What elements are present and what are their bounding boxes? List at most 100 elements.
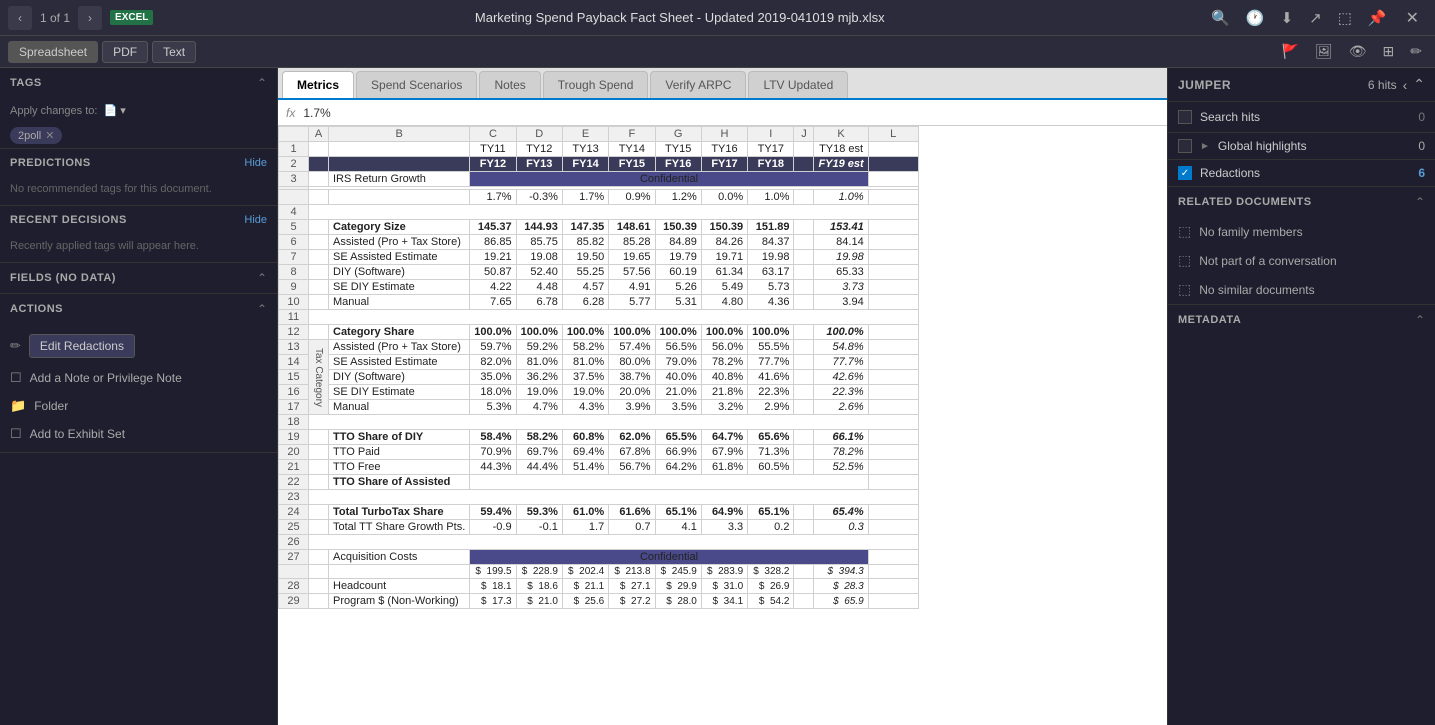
exhibit-item[interactable]: ☐ Add to Exhibit Set	[0, 420, 277, 448]
add-note-item[interactable]: ☐ Add a Note or Privilege Note	[0, 364, 277, 392]
folder-item[interactable]: 📁 Folder	[0, 392, 277, 420]
tag-chip[interactable]: 2poll ✕	[10, 127, 62, 144]
close-button[interactable]: ✕	[1398, 6, 1427, 30]
pdf-button[interactable]: PDF	[102, 41, 148, 63]
tag-label: 2poll	[18, 130, 41, 142]
jumper-next-button[interactable]: ⌃	[1413, 76, 1425, 93]
recent-decisions-title: RECENT DECISIONS	[10, 214, 127, 226]
note-icon: ☐	[10, 370, 22, 386]
redactions-count: 6	[1418, 166, 1425, 180]
col-header-l: L	[868, 127, 918, 142]
actions-title: ACTIONS	[10, 303, 63, 315]
table-row: 16 SE DIY Estimate 18.0% 19.0% 19.0% 20.…	[279, 385, 919, 400]
global-highlights-row[interactable]: ► Global highlights 0	[1168, 133, 1435, 160]
edit-icon: ✏	[10, 338, 21, 354]
external-button[interactable]: ⬚	[1333, 7, 1357, 29]
tab-ltv-updated[interactable]: LTV Updated	[748, 71, 848, 98]
grid-container[interactable]: A B C D E F G H I J K L	[278, 126, 1167, 725]
next-page-button[interactable]: ›	[78, 6, 102, 30]
redactions-row[interactable]: ✓ Redactions 6	[1168, 160, 1435, 187]
tag-remove-icon[interactable]: ✕	[45, 129, 54, 142]
tab-metrics[interactable]: Metrics	[282, 71, 354, 98]
metadata-chevron-icon: ⌃	[1415, 313, 1425, 327]
related-docs-section: RELATED DOCUMENTS ⌃ ⬚ No family members …	[1168, 187, 1435, 305]
no-conversation-label: Not part of a conversation	[1199, 254, 1336, 268]
recent-decisions-hide-link[interactable]: Hide	[244, 214, 267, 226]
tab-trough-spend[interactable]: Trough Spend	[543, 71, 649, 98]
search-hits-label: Search hits	[1200, 110, 1260, 124]
apply-label: Apply changes to:	[10, 105, 97, 117]
table-row: 29 Program $ (Non-Working) $ 17.3 $ 21.0…	[279, 594, 919, 609]
table-row: 26	[279, 535, 919, 550]
search-hits-checkbox[interactable]	[1178, 110, 1192, 124]
table-row: 3 IRS Return Growth Confidential	[279, 172, 919, 187]
table-row: 13 Tax Category Assisted (Pro + Tax Stor…	[279, 340, 919, 355]
actions-chevron-icon: ⌃	[257, 302, 267, 316]
history-button[interactable]: 🕐	[1241, 7, 1270, 29]
table-row: 4	[279, 205, 919, 220]
share-button[interactable]: ↗	[1304, 7, 1327, 29]
eye-icon[interactable]: 👁	[1344, 40, 1372, 63]
table-row: 1 TY11 TY12 TY13 TY14 TY15 TY16 TY17 TY1…	[279, 142, 919, 157]
table-row: 20 TTO Paid 70.9% 69.7% 69.4% 67.8% 66.9…	[279, 445, 919, 460]
flag-icon[interactable]: 🚩	[1277, 40, 1304, 63]
jumper-title: JUMPER	[1178, 78, 1231, 92]
metadata-title: METADATA	[1178, 314, 1241, 326]
formula-fx-icon: fx	[286, 106, 295, 120]
col-header-num	[279, 127, 309, 142]
predictions-section-header[interactable]: PREDICTIONS Hide	[0, 149, 277, 177]
no-family-item: ⬚ No family members	[1168, 217, 1435, 246]
tab-verify-arpc[interactable]: Verify ARPC	[650, 71, 746, 98]
grid-icon[interactable]: ⊞	[1378, 40, 1400, 63]
table-row: 17 Manual 5.3% 4.7% 4.3% 3.9% 3.5% 3.2% …	[279, 400, 919, 415]
table-row: 7 SE Assisted Estimate 19.21 19.08 19.50…	[279, 250, 919, 265]
expand-arrow-icon: ►	[1200, 141, 1210, 152]
global-highlights-checkbox[interactable]	[1178, 139, 1192, 153]
table-row: 24 Total TurboTax Share 59.4% 59.3% 61.0…	[279, 505, 919, 520]
jumper-prev-button[interactable]: ‹	[1403, 77, 1408, 93]
tab-notes[interactable]: Notes	[479, 71, 540, 98]
apply-value: 📄 ▾	[103, 104, 125, 117]
edit-redactions-item[interactable]: ✏ Edit Redactions	[0, 328, 277, 364]
related-docs-header[interactable]: RELATED DOCUMENTS ⌃	[1168, 187, 1435, 217]
related-docs-title: RELATED DOCUMENTS	[1178, 196, 1312, 208]
table-row: 22 TTO Share of Assisted	[279, 475, 919, 490]
fields-title: FIELDS (No Data)	[10, 272, 116, 284]
fields-section-header[interactable]: FIELDS (No Data) ⌃	[0, 263, 277, 293]
col-header-k: K	[814, 127, 868, 142]
edit-icon[interactable]: ✏	[1405, 40, 1427, 63]
family-icon: ⬚	[1178, 223, 1191, 240]
predictions-content: No recommended tags for this document.	[0, 177, 277, 205]
col-header-b: B	[329, 127, 470, 142]
pin-button[interactable]: 📌	[1363, 7, 1392, 29]
search-button[interactable]: 🔍	[1206, 7, 1235, 29]
folder-label: Folder	[34, 399, 68, 413]
table-row: 1.7% -0.3% 1.7% 0.9% 1.2% 0.0% 1.0% 1.0%	[279, 190, 919, 205]
text-button[interactable]: Text	[152, 41, 196, 63]
col-header-c: C	[470, 127, 516, 142]
fields-chevron-icon: ⌃	[257, 271, 267, 285]
predictions-hide-link[interactable]: Hide	[244, 157, 267, 169]
prev-page-button[interactable]: ‹	[8, 6, 32, 30]
tags-section-header[interactable]: TAGS ⌃	[0, 68, 277, 98]
download-button[interactable]: ⬇	[1276, 7, 1299, 29]
edit-redactions-button[interactable]: Edit Redactions	[29, 334, 135, 358]
spreadsheet-button[interactable]: Spreadsheet	[8, 41, 98, 63]
metadata-header[interactable]: METADATA ⌃	[1168, 305, 1435, 335]
redactions-checkbox[interactable]: ✓	[1178, 166, 1192, 180]
image-icon[interactable]: 🖼	[1310, 40, 1338, 63]
search-hits-row: Search hits 0	[1168, 102, 1435, 133]
predictions-title: PREDICTIONS	[10, 157, 91, 169]
recent-decisions-header[interactable]: RECENT DECISIONS Hide	[0, 206, 277, 234]
hits-count: 6 hits	[1368, 78, 1397, 92]
jumper-header: JUMPER 6 hits ‹ ⌃	[1168, 68, 1435, 102]
tags-chevron-icon: ⌃	[257, 76, 267, 90]
actions-section-header[interactable]: ACTIONS ⌃	[0, 294, 277, 324]
right-panel: JUMPER 6 hits ‹ ⌃ Search hits 0 ► Global…	[1167, 68, 1435, 725]
table-row: 9 SE DIY Estimate 4.22 4.48 4.57 4.91 5.…	[279, 280, 919, 295]
table-row: 27 Acquisition Costs Confidential	[279, 550, 919, 565]
no-similar-label: No similar documents	[1199, 283, 1314, 297]
col-header-a: A	[309, 127, 329, 142]
tab-spend-scenarios[interactable]: Spend Scenarios	[356, 71, 477, 98]
document-title: Marketing Spend Payback Fact Sheet - Upd…	[161, 10, 1198, 25]
